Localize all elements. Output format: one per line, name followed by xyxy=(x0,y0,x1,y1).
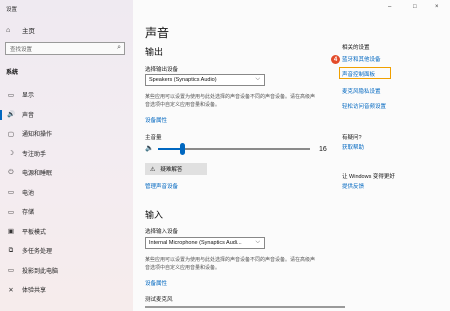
sidebar-item-label: 多任务处理 xyxy=(22,249,53,256)
multitask-icon: ⧉ xyxy=(8,246,14,254)
sidebar-item-label: 通知和操作 xyxy=(22,132,53,139)
output-properties-link[interactable]: 设备属性 xyxy=(145,116,167,124)
sidebar-item-monitor[interactable]: ▭ 显示 xyxy=(0,85,133,105)
close-button[interactable]: × xyxy=(435,4,439,10)
sidebar: 设置 ⌂ 主页 查找设置 ⌕ 系统 ▭ 显示 🔊 声音 ▢ 通知和操作 ☽ 专注助手 ⏻ 电源和睡… xyxy=(0,0,133,311)
input-device-select[interactable]: Internal Microphone (Synaptics Audi... ⌵ xyxy=(145,237,265,249)
search-input[interactable]: 查找设置 ⌕ xyxy=(5,42,125,55)
sidebar-item-moon[interactable]: ☽ 专注助手 xyxy=(0,144,133,164)
sidebar-item-label: 电池 xyxy=(22,190,35,197)
storage-icon: ▭ xyxy=(7,208,15,216)
window-title: 设置 xyxy=(6,7,18,13)
sidebar-item-label: 存储 xyxy=(22,210,35,217)
warning-icon: ⚠ xyxy=(150,166,156,173)
volume-value: 16 xyxy=(319,146,327,153)
related-link-ease-audio[interactable]: 轻松访问音频设置 xyxy=(342,102,386,110)
maximize-button[interactable]: □ xyxy=(413,4,417,10)
input-description: 某些应用可以设置为使用与此处选择的声音设备不同的声音设备。请在高级声音选项中自定… xyxy=(145,257,316,271)
give-feedback-link[interactable]: 提供反馈 xyxy=(342,182,364,190)
tablet-icon: ▣ xyxy=(7,228,15,236)
output-description: 某些应用可以设置为使用与此处选择的声音设备不同的声音设备。请在高级声音选项中自定… xyxy=(145,94,316,108)
manage-sound-devices-link[interactable]: 管理声音设备 xyxy=(145,182,178,190)
input-heading: 输入 xyxy=(145,210,164,220)
feedback-heading: 让 Windows 变得更好 xyxy=(342,174,395,180)
monitor-icon: ▭ xyxy=(7,91,15,99)
search-placeholder: 查找设置 xyxy=(10,46,33,53)
search-icon[interactable]: ⌕ xyxy=(117,44,121,52)
home-nav-item[interactable]: ⌂ 主页 xyxy=(6,25,35,36)
sidebar-item-notification[interactable]: ▢ 通知和操作 xyxy=(0,124,133,144)
sidebar-item-project[interactable]: ▭ 投影到此电脑 xyxy=(0,261,133,281)
share-icon: ✕ xyxy=(8,286,14,294)
project-icon: ▭ xyxy=(7,267,15,275)
input-properties-link[interactable]: 设备属性 xyxy=(145,279,167,287)
step-badge: 4 xyxy=(331,55,340,64)
input-device-value: Internal Microphone (Synaptics Audi... xyxy=(149,240,242,246)
volume-label: 主音量 xyxy=(145,135,162,141)
battery-icon: ▭ xyxy=(7,189,15,197)
home-icon: ⌂ xyxy=(6,26,11,34)
related-link-bluetooth[interactable]: 蓝牙和其他设备 xyxy=(342,55,381,63)
sidebar-item-label: 电源和睡眠 xyxy=(22,171,53,178)
main-panel: – □ × 声音 输出 选择输出设备 Speakers (Synaptics A… xyxy=(133,0,450,311)
notification-icon: ▢ xyxy=(7,130,15,138)
mic-test-label: 测试麦克风 xyxy=(145,297,173,303)
troubleshoot-label: 疑难解答 xyxy=(160,167,183,173)
output-device-value: Speakers (Synaptics Audio) xyxy=(149,77,217,83)
volume-slider-fill xyxy=(158,148,183,150)
sidebar-item-label: 声音 xyxy=(22,112,35,119)
sidebar-item-label: 专注助手 xyxy=(22,151,47,158)
sidebar-item-label: 平板模式 xyxy=(22,229,47,236)
output-device-select[interactable]: Speakers (Synaptics Audio) ⌵ xyxy=(145,74,265,86)
sidebar-item-speaker[interactable]: 🔊 声音 xyxy=(0,105,133,125)
volume-slider-thumb[interactable] xyxy=(179,143,185,155)
get-help-link[interactable]: 获取帮助 xyxy=(342,143,364,151)
sidebar-item-multitask[interactable]: ⧉ 多任务处理 xyxy=(0,241,133,261)
sidebar-nav: ▭ 显示 🔊 声音 ▢ 通知和操作 ☽ 专注助手 ⏻ 电源和睡眠 ▭ 电池 ▭ 存储 ▣ 平板模式 ⧉ 多任务处理… xyxy=(0,85,133,300)
minimize-button[interactable]: – xyxy=(388,4,391,10)
sidebar-item-label: 投影到此电脑 xyxy=(22,268,59,275)
help-heading: 有疑问? xyxy=(342,135,362,141)
home-label: 主页 xyxy=(22,28,35,35)
chevron-down-icon: ⌵ xyxy=(255,76,260,82)
section-label-system: 系统 xyxy=(6,70,19,76)
chevron-down-icon: ⌵ xyxy=(255,239,260,245)
sidebar-item-tablet[interactable]: ▣ 平板模式 xyxy=(0,222,133,242)
speaker-icon: 🔊 xyxy=(6,111,16,119)
moon-icon: ☽ xyxy=(8,150,14,158)
mic-level-meter xyxy=(145,306,345,308)
sidebar-item-label: 显示 xyxy=(22,93,35,100)
output-device-label: 选择输出设备 xyxy=(145,67,179,73)
related-link-mic-privacy[interactable]: 麦克风隐私设置 xyxy=(342,87,381,95)
page-title: 声音 xyxy=(145,26,170,40)
troubleshoot-button[interactable]: ⚠ 疑难解答 xyxy=(145,163,207,175)
related-link-sound-control-panel[interactable]: 声音控制面板 xyxy=(342,70,375,78)
sidebar-item-storage[interactable]: ▭ 存储 xyxy=(0,202,133,222)
volume-icon: 🔈 xyxy=(145,145,154,152)
input-device-label: 选择输入设备 xyxy=(145,229,179,235)
related-heading: 相关的设置 xyxy=(342,45,370,51)
output-heading: 输出 xyxy=(145,47,164,57)
sidebar-item-share[interactable]: ✕ 体验共享 xyxy=(0,280,133,300)
sidebar-item-power[interactable]: ⏻ 电源和睡眠 xyxy=(0,163,133,183)
sidebar-item-label: 体验共享 xyxy=(22,288,47,295)
sidebar-item-battery[interactable]: ▭ 电池 xyxy=(0,183,133,203)
power-icon: ⏻ xyxy=(8,168,14,176)
